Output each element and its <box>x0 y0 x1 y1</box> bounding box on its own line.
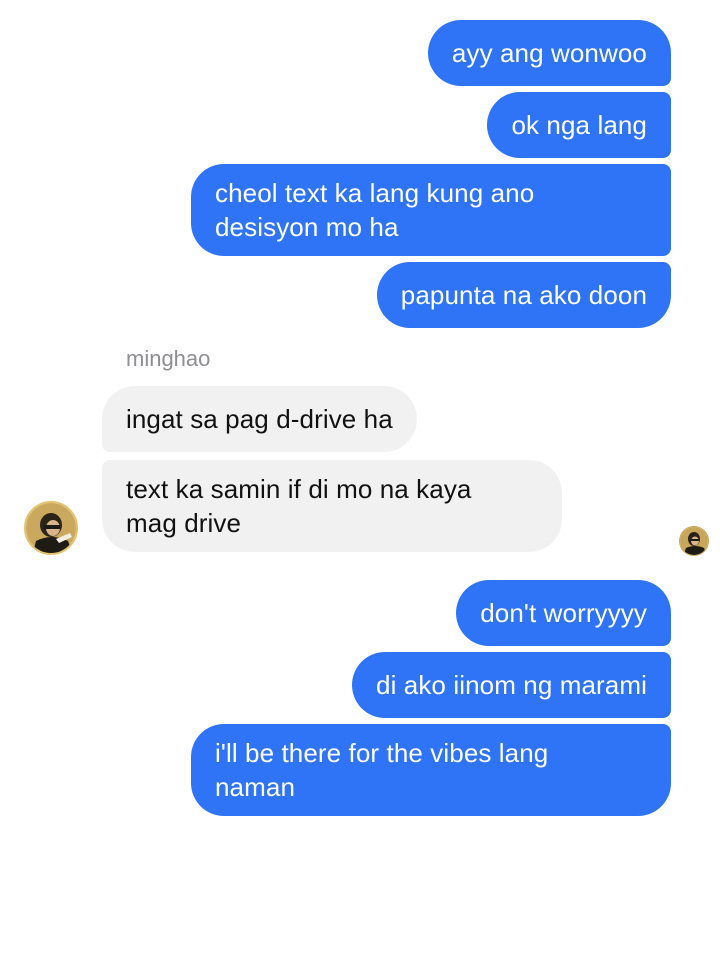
incoming-message[interactable]: ingat sa pag d-drive ha <box>102 386 417 452</box>
outgoing-message[interactable]: cheol text ka lang kung ano desisyon mo … <box>191 164 671 256</box>
outgoing-message[interactable]: papunta na ako doon <box>376 262 671 328</box>
profile-photo-icon <box>680 527 708 555</box>
outgoing-message[interactable]: ok nga lang <box>487 92 671 158</box>
read-receipt-avatar-icon <box>679 526 709 556</box>
sender-name: minghao <box>126 346 211 371</box>
outgoing-message[interactable]: di ako iinom ng marami <box>352 652 671 718</box>
outgoing-message[interactable]: don't worryyyy <box>456 580 671 646</box>
sender-avatar-icon[interactable] <box>24 501 78 555</box>
message-thread[interactable]: ayy ang wonwoo ok nga lang cheol text ka… <box>0 0 720 976</box>
incoming-message[interactable]: text ka samin if di mo na kaya mag drive <box>102 460 562 552</box>
outgoing-message[interactable]: i'll be there for the vibes lang naman <box>191 724 671 816</box>
outgoing-message[interactable]: ayy ang wonwoo <box>427 20 671 86</box>
profile-photo-icon <box>26 503 76 553</box>
